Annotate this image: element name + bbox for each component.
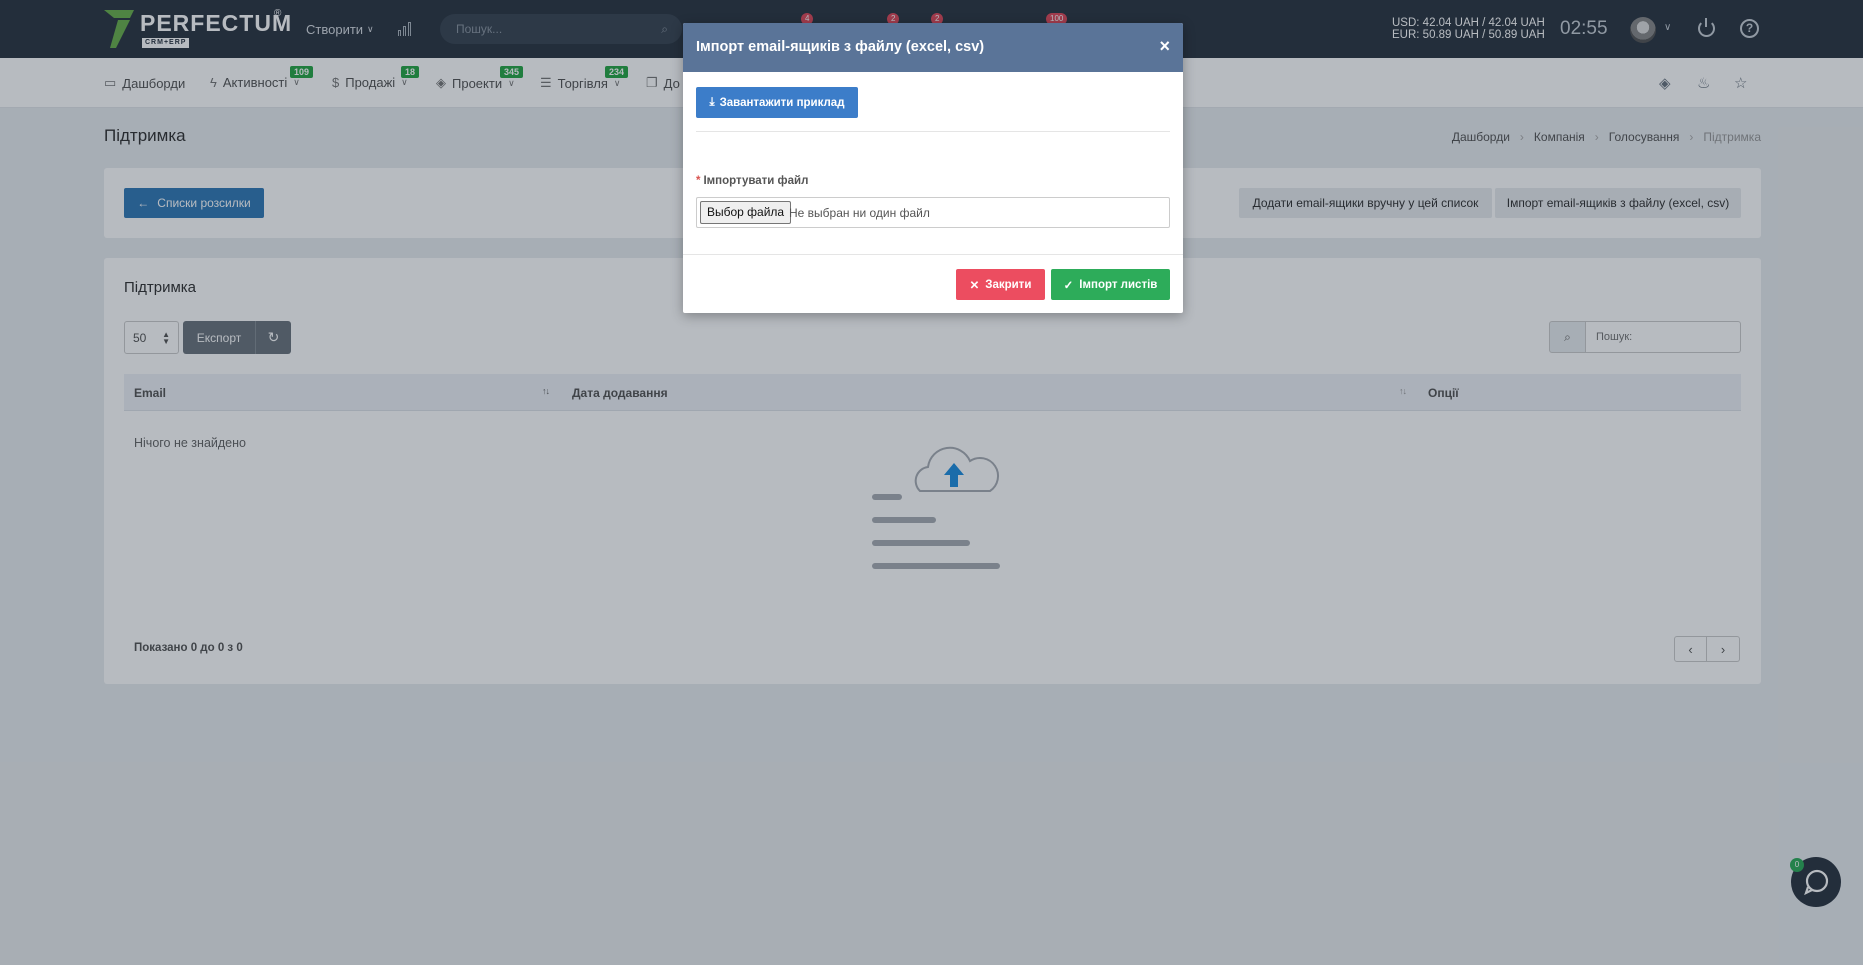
close-button-label: Закрити <box>985 278 1032 291</box>
import-button-label: Імпорт листів <box>1079 278 1158 291</box>
download-icon: ⤓ <box>709 96 715 108</box>
required-mark: * <box>696 175 701 187</box>
file-field-label-text: Імпортувати файл <box>703 175 809 187</box>
modal-title: Імпорт email-ящиків з файлу (excel, csv) <box>696 39 985 55</box>
download-example-button[interactable]: ⤓ Завантажити приклад <box>696 87 858 118</box>
file-input[interactable]: Выбор файла Не выбран ни один файл <box>696 197 1170 228</box>
divider <box>683 254 1183 255</box>
download-label: Завантажити приклад <box>719 96 845 109</box>
choose-file-button[interactable]: Выбор файла <box>700 201 792 224</box>
close-icon[interactable]: × <box>1159 36 1170 57</box>
no-file-text: Не выбран ни один файл <box>789 206 930 220</box>
check-icon: ✓ <box>1063 279 1074 292</box>
modal-header: Імпорт email-ящиків з файлу (excel, csv)… <box>683 23 1183 72</box>
close-button[interactable]: ✕ Закрити <box>956 269 1045 300</box>
divider <box>696 131 1170 132</box>
import-modal: Імпорт email-ящиків з файлу (excel, csv)… <box>683 23 1183 313</box>
file-field-label: * Імпортувати файл <box>696 175 808 187</box>
import-button[interactable]: ✓ Імпорт листів <box>1051 269 1170 300</box>
close-icon: ✕ <box>969 279 980 292</box>
